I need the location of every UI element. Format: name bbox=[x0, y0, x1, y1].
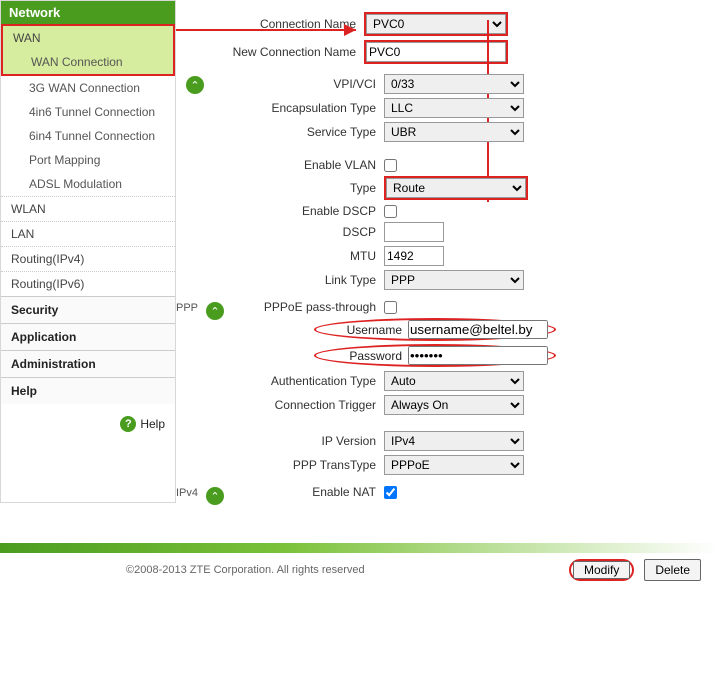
pppoe-pass-label: PPPoE pass-through bbox=[204, 300, 384, 314]
sidebar-item-wan[interactable]: WAN bbox=[3, 26, 173, 50]
auth-type-label: Authentication Type bbox=[204, 374, 384, 388]
username-highlight: Username bbox=[314, 318, 556, 341]
conn-trigger-select[interactable]: Always On bbox=[384, 395, 524, 415]
service-type-select[interactable]: UBR bbox=[384, 122, 524, 142]
connection-name-label: Connection Name bbox=[184, 17, 364, 31]
help-icon: ? bbox=[120, 416, 136, 432]
vpi-vci-select[interactable]: 0/33 bbox=[384, 74, 524, 94]
enable-dscp-checkbox[interactable] bbox=[384, 205, 397, 218]
sidebar-item-3g-wan[interactable]: 3G WAN Connection bbox=[1, 76, 175, 100]
sidebar-section-help[interactable]: Help bbox=[1, 377, 175, 404]
ppp-trans-label: PPP TransType bbox=[204, 458, 384, 472]
footer-accent-bar bbox=[0, 543, 717, 553]
delete-button[interactable]: Delete bbox=[644, 559, 701, 581]
password-label: Password bbox=[322, 349, 408, 363]
modify-highlight: Modify bbox=[569, 559, 634, 581]
enable-vlan-label: Enable VLAN bbox=[204, 158, 384, 172]
sidebar-section-security[interactable]: Security bbox=[1, 296, 175, 323]
link-type-label: Link Type bbox=[204, 273, 384, 287]
sidebar-item-6in4[interactable]: 6in4 Tunnel Connection bbox=[1, 124, 175, 148]
pppoe-pass-checkbox[interactable] bbox=[384, 301, 397, 314]
sidebar: Network WAN WAN Connection 3G WAN Connec… bbox=[0, 0, 176, 503]
username-input[interactable] bbox=[408, 320, 548, 339]
type-label: Type bbox=[204, 181, 384, 195]
enable-nat-label: Enable NAT bbox=[204, 485, 384, 499]
enable-vlan-checkbox[interactable] bbox=[384, 159, 397, 172]
sidebar-item-4in6[interactable]: 4in6 Tunnel Connection bbox=[1, 100, 175, 124]
sidebar-section-administration[interactable]: Administration bbox=[1, 350, 175, 377]
collapse-icon-ppp[interactable]: ⌃ bbox=[206, 302, 224, 320]
sidebar-help-link[interactable]: ? Help bbox=[1, 404, 175, 444]
ppp-trans-select[interactable]: PPPoE bbox=[384, 455, 524, 475]
type-select[interactable]: Route bbox=[386, 178, 526, 198]
conn-trigger-label: Connection Trigger bbox=[204, 398, 384, 412]
ip-version-select[interactable]: IPv4 bbox=[384, 431, 524, 451]
password-highlight: Password bbox=[314, 344, 556, 367]
dscp-label: DSCP bbox=[204, 225, 384, 239]
sidebar-item-routing-ipv6[interactable]: Routing(IPv6) bbox=[1, 271, 175, 296]
encapsulation-select[interactable]: LLC bbox=[384, 98, 524, 118]
auth-type-select[interactable]: Auto bbox=[384, 371, 524, 391]
wan-highlight-box: WAN WAN Connection bbox=[1, 24, 175, 76]
help-label: Help bbox=[140, 417, 165, 431]
main-form: Connection Name PVC0 New Connection Name… bbox=[176, 0, 717, 503]
ipv4-section-label: IPv4 bbox=[176, 487, 198, 499]
sidebar-header-network: Network bbox=[1, 1, 175, 24]
sidebar-item-adsl-mod[interactable]: ADSL Modulation bbox=[1, 172, 175, 196]
username-label: Username bbox=[322, 323, 408, 337]
service-type-label: Service Type bbox=[204, 125, 384, 139]
ip-version-label: IP Version bbox=[204, 434, 384, 448]
sidebar-item-wlan[interactable]: WLAN bbox=[1, 196, 175, 221]
ppp-section-label: PPP bbox=[176, 302, 198, 314]
sidebar-item-lan[interactable]: LAN bbox=[1, 221, 175, 246]
vpi-vci-label: VPI/VCI bbox=[204, 77, 384, 91]
sidebar-item-port-mapping[interactable]: Port Mapping bbox=[1, 148, 175, 172]
footer: ©2008-2013 ZTE Corporation. All rights r… bbox=[0, 543, 717, 587]
copyright-text: ©2008-2013 ZTE Corporation. All rights r… bbox=[126, 564, 365, 576]
dscp-input[interactable] bbox=[384, 222, 444, 242]
password-input[interactable] bbox=[408, 346, 548, 365]
encapsulation-label: Encapsulation Type bbox=[204, 101, 384, 115]
collapse-icon[interactable]: ⌃ bbox=[186, 76, 204, 94]
link-type-select[interactable]: PPP bbox=[384, 270, 524, 290]
mtu-input[interactable] bbox=[384, 246, 444, 266]
collapse-icon-ipv4[interactable]: ⌃ bbox=[206, 487, 224, 505]
enable-dscp-label: Enable DSCP bbox=[204, 204, 384, 218]
mtu-label: MTU bbox=[204, 249, 384, 263]
modify-button[interactable]: Modify bbox=[573, 561, 630, 579]
connection-name-select[interactable]: PVC0 bbox=[366, 14, 506, 34]
sidebar-item-wan-connection[interactable]: WAN Connection bbox=[3, 50, 173, 74]
new-connection-name-input[interactable] bbox=[366, 42, 506, 62]
new-connection-name-label: New Connection Name bbox=[184, 45, 364, 59]
sidebar-item-routing-ipv4[interactable]: Routing(IPv4) bbox=[1, 246, 175, 271]
sidebar-section-application[interactable]: Application bbox=[1, 323, 175, 350]
enable-nat-checkbox[interactable] bbox=[384, 486, 397, 499]
